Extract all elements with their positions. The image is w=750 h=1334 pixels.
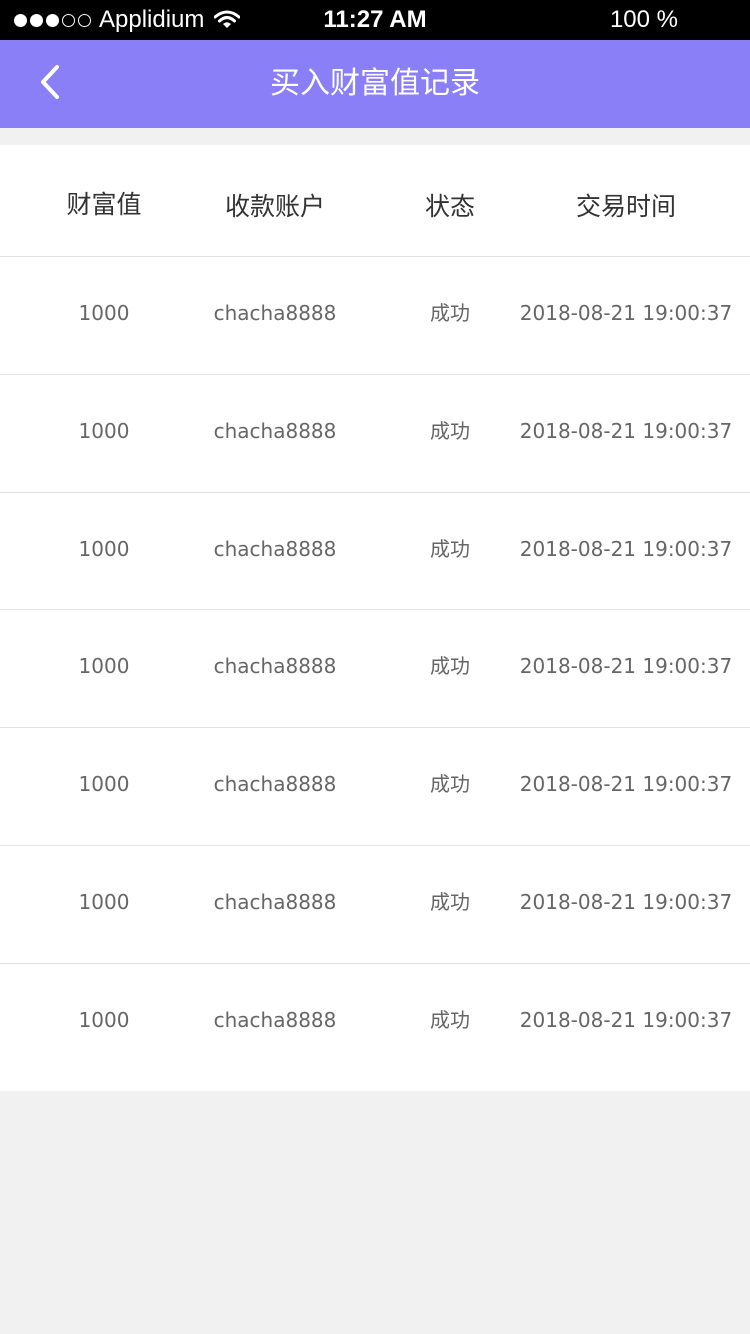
table-row: 1000 chacha8888 成功 2018-08-21 19:00:37 [0,375,750,493]
cell-account: chacha8888 [213,654,337,679]
status-bar: Applidium 11:27 AM 100 % [0,0,750,40]
cell-wealth-value: 1000 [78,772,130,797]
cell-wealth-value: 1000 [78,889,130,914]
table-row: 1000 chacha8888 成功 2018-08-21 19:00:37 [0,493,750,611]
cell-time: 2018-08-21 19:00:37 [519,889,733,914]
cell-account: chacha8888 [213,772,337,797]
cell-status: 成功 [430,418,470,443]
cell-time: 2018-08-21 19:00:37 [519,536,733,561]
cell-wealth-value: 1000 [78,1007,130,1032]
cell-time: 2018-08-21 19:00:37 [519,418,733,443]
cell-status: 成功 [430,654,470,679]
records-table: 财富值 收款账户 状态 交易时间 1000 chacha8888 成功 2018… [0,145,750,1091]
cell-status: 成功 [430,1007,470,1032]
table-row: 1000 chacha8888 成功 2018-08-21 19:00:37 [0,846,750,964]
cell-time: 2018-08-21 19:00:37 [519,1007,733,1032]
cell-account: chacha8888 [213,889,337,914]
cell-status: 成功 [430,889,470,914]
cell-wealth-value: 1000 [78,536,130,561]
page-title: 买入财富值记录 [270,66,480,101]
nav-bar: 买入财富值记录 [0,40,750,128]
header-transaction-time: 交易时间 [575,192,676,221]
header-receiving-account: 收款账户 [224,192,325,221]
cell-wealth-value: 1000 [78,418,130,443]
table-row: 1000 chacha8888 成功 2018-08-21 19:00:37 [0,728,750,846]
header-wealth-value: 财富值 [66,190,142,219]
cell-status: 成功 [430,772,470,797]
cell-account: chacha8888 [213,536,337,561]
cell-wealth-value: 1000 [78,654,130,679]
cell-wealth-value: 1000 [78,301,130,325]
battery-level: 100 % [609,6,678,33]
table-row: 1000 chacha8888 成功 2018-08-21 19:00:37 [0,964,750,1093]
header-status: 状态 [424,192,475,221]
table-row: 1000 chacha8888 成功 2018-08-21 19:00:37 [0,257,750,375]
cell-account: chacha8888 [213,301,337,325]
table-header: 财富值 收款账户 状态 交易时间 [0,145,750,257]
cell-status: 成功 [430,536,470,561]
cell-status: 成功 [430,301,470,325]
cell-account: chacha8888 [213,1007,337,1032]
cell-time: 2018-08-21 19:00:37 [519,772,733,797]
cell-time: 2018-08-21 19:00:37 [519,301,733,325]
cell-account: chacha8888 [213,418,337,443]
table-row: 1000 chacha8888 成功 2018-08-21 19:00:37 [0,610,750,729]
cell-time: 2018-08-21 19:00:37 [519,654,733,679]
